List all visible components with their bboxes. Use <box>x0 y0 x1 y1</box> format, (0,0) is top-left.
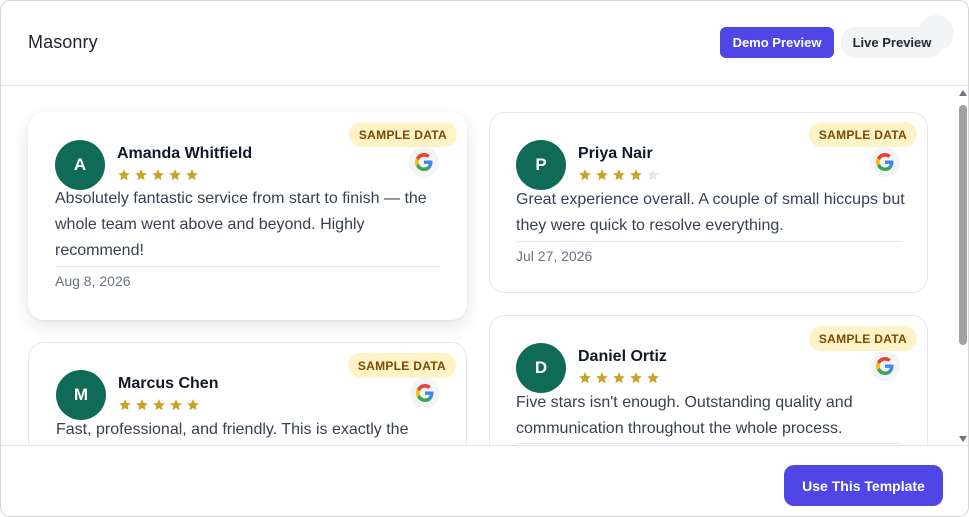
sample-data-badge: SAMPLE DATA <box>808 326 917 351</box>
star-filled-icon <box>596 372 608 384</box>
modal-header: Masonry Demo Preview Live Preview <box>1 1 968 86</box>
sample-data-badge: SAMPLE DATA <box>808 122 917 147</box>
google-icon <box>409 147 439 177</box>
star-filled-icon <box>187 399 199 411</box>
review-text: Great experience overall. A couple of sm… <box>516 191 905 234</box>
star-filled-icon <box>613 372 625 384</box>
review-card: SAMPLE DATA D Daniel Ortiz Five stars is… <box>489 315 928 445</box>
star-filled-icon <box>169 169 181 181</box>
review-date: Aug 8, 2026 <box>55 273 131 289</box>
divider <box>516 241 901 242</box>
avatar: M <box>56 370 106 420</box>
star-filled-icon <box>118 169 130 181</box>
divider <box>55 266 440 267</box>
google-icon <box>410 378 440 408</box>
modal-footer: Use This Template <box>1 445 968 516</box>
star-filled-icon <box>630 169 642 181</box>
review-card: SAMPLE DATA A Amanda Whitfield Absolutel… <box>28 112 467 320</box>
scrollbar-thumb[interactable] <box>959 105 967 345</box>
star-filled-icon <box>647 372 659 384</box>
avatar: D <box>516 343 566 393</box>
page-title: Masonry <box>28 32 98 52</box>
review-card: SAMPLE DATA P Priya Nair Great experienc… <box>489 112 928 293</box>
reviewer-name: Amanda Whitfield <box>117 145 253 162</box>
star-filled-icon <box>579 169 591 181</box>
template-preview-modal: Masonry Demo Preview Live Preview SAMPLE… <box>0 0 969 517</box>
sample-data-badge: SAMPLE DATA <box>348 122 457 147</box>
reviewer-name: Daniel Ortiz <box>578 348 667 365</box>
star-empty-icon <box>647 169 659 181</box>
scroll-down-arrow-icon[interactable] <box>959 436 967 442</box>
review-text: Absolutely fantastic service from start … <box>55 190 427 259</box>
star-rating <box>578 371 660 385</box>
star-filled-icon <box>579 372 591 384</box>
star-filled-icon <box>153 399 165 411</box>
star-filled-icon <box>186 169 198 181</box>
review-text: Fast, professional, and friendly. This i… <box>56 421 409 438</box>
masonry-preview-area: SAMPLE DATA A Amanda Whitfield Absolutel… <box>1 87 956 445</box>
avatar: A <box>55 140 105 190</box>
use-template-button[interactable]: Use This Template <box>784 465 943 506</box>
star-filled-icon <box>119 399 131 411</box>
review-date: Jul 27, 2026 <box>516 248 593 264</box>
star-filled-icon <box>613 169 625 181</box>
demo-preview-button[interactable]: Demo Preview <box>720 27 834 58</box>
star-rating <box>117 168 199 182</box>
live-preview-button[interactable]: Live Preview <box>841 27 943 58</box>
star-filled-icon <box>152 169 164 181</box>
star-filled-icon <box>630 372 642 384</box>
star-rating <box>578 168 660 182</box>
review-card: SAMPLE DATA M Marcus Chen Fast, professi… <box>28 342 467 445</box>
star-rating <box>118 398 200 412</box>
google-icon <box>870 351 900 381</box>
google-icon <box>870 147 900 177</box>
sample-data-badge: SAMPLE DATA <box>347 353 456 378</box>
star-filled-icon <box>135 169 147 181</box>
vertical-scrollbar[interactable] <box>956 87 968 445</box>
reviewer-name: Priya Nair <box>578 145 653 162</box>
divider <box>516 443 901 444</box>
scroll-up-arrow-icon[interactable] <box>959 90 967 96</box>
star-filled-icon <box>170 399 182 411</box>
avatar: P <box>516 140 566 190</box>
review-text: Five stars isn't enough. Outstanding qua… <box>516 394 853 437</box>
star-filled-icon <box>136 399 148 411</box>
star-filled-icon <box>596 169 608 181</box>
reviewer-name: Marcus Chen <box>118 375 219 392</box>
